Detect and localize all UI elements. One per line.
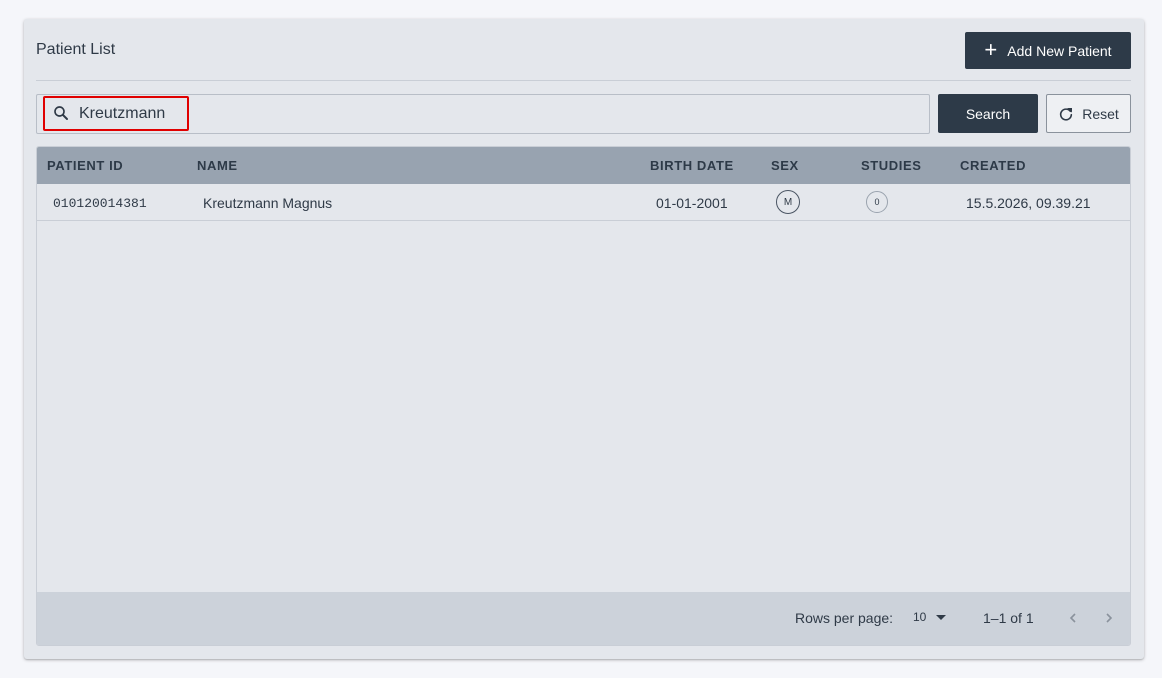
plus-icon: + [984,36,998,62]
header-divider [36,80,1131,81]
rows-per-page-value: 10 [913,610,927,624]
page-title: Patient List [36,41,116,58]
column-header-name[interactable]: NAME [197,158,238,173]
sex-badge: M [776,190,800,214]
search-icon [54,106,68,120]
cell-name: Kreutzmann Magnus [203,195,333,211]
next-page-button[interactable] [1097,606,1121,630]
table-row[interactable]: 010120014381 Kreutzmann Magnus 01-01-200… [37,184,1130,221]
column-header-birth-date[interactable]: BIRTH DATE [650,158,734,173]
reset-button[interactable]: Reset [1046,94,1131,133]
rows-per-page-select[interactable]: 10 [913,610,947,624]
studies-count-badge: 0 [866,191,888,213]
rows-per-page-label: Rows per page: [795,610,894,626]
refresh-icon [1060,107,1073,121]
search-input[interactable] [79,101,919,127]
caret-down-icon [936,614,947,620]
cell-birth-date: 01-01-2001 [656,195,728,211]
chevron-right-icon [1106,613,1113,623]
cell-created: 15.5.2026, 09.39.21 [966,195,1091,211]
column-header-created[interactable]: CREATED [960,158,1026,173]
add-new-patient-button[interactable]: + Add New Patient [965,32,1131,69]
table-pagination: Rows per page: 10 1–1 of 1 [37,592,1130,645]
table-header: PATIENT ID NAME BIRTH DATE SEX STUDIES C… [37,147,1130,184]
search-field[interactable] [36,94,930,134]
previous-page-button[interactable] [1061,606,1085,630]
reset-label: Reset [1082,105,1119,122]
column-header-sex[interactable]: SEX [771,158,799,173]
search-button[interactable]: Search [938,94,1038,133]
column-header-studies[interactable]: STUDIES [861,158,922,173]
pagination-range: 1–1 of 1 [983,610,1034,626]
chevron-left-icon [1069,613,1076,623]
patient-list-card: Patient List + Add New Patient Search Re… [24,19,1144,659]
column-header-patient-id[interactable]: PATIENT ID [47,158,123,173]
add-new-patient-label: Add New Patient [1007,42,1112,59]
patient-table: PATIENT ID NAME BIRTH DATE SEX STUDIES C… [36,146,1131,646]
cell-patient-id: 010120014381 [53,196,147,211]
